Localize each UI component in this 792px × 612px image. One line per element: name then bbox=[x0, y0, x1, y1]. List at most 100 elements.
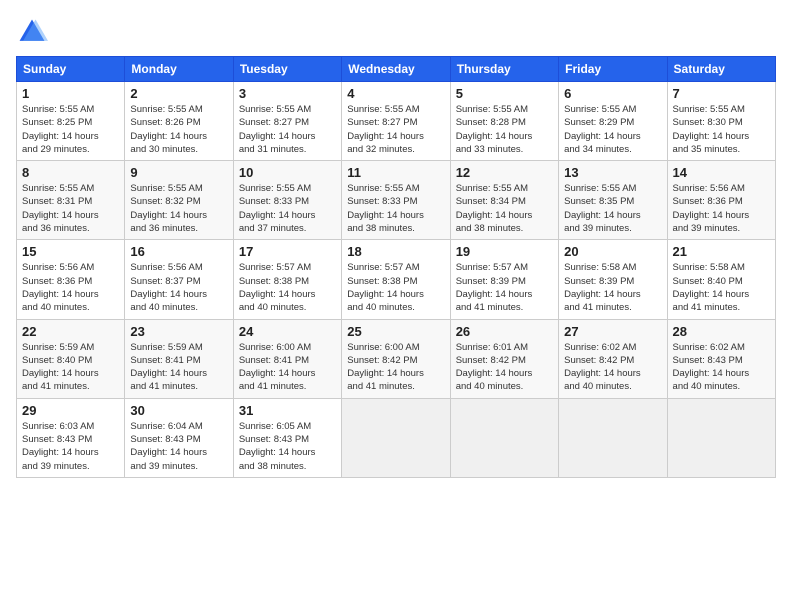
daylight-label: Daylight: 14 hours bbox=[673, 368, 750, 379]
daylight-minutes: and 36 minutes. bbox=[22, 223, 90, 234]
sunset-label: Sunset: 8:26 PM bbox=[130, 117, 200, 128]
daylight-minutes: and 39 minutes. bbox=[22, 461, 90, 472]
calendar-cell: 11 Sunrise: 5:55 AM Sunset: 8:33 PM Dayl… bbox=[342, 161, 450, 240]
daylight-label: Daylight: 14 hours bbox=[130, 289, 207, 300]
day-info: Sunrise: 5:55 AM Sunset: 8:25 PM Dayligh… bbox=[22, 103, 119, 156]
daylight-minutes: and 40 minutes. bbox=[239, 302, 307, 313]
daylight-minutes: and 36 minutes. bbox=[130, 223, 198, 234]
calendar-week-3: 15 Sunrise: 5:56 AM Sunset: 8:36 PM Dayl… bbox=[17, 240, 776, 319]
calendar-cell: 20 Sunrise: 5:58 AM Sunset: 8:39 PM Dayl… bbox=[559, 240, 667, 319]
daylight-label: Daylight: 14 hours bbox=[456, 368, 533, 379]
sunset-label: Sunset: 8:33 PM bbox=[239, 196, 309, 207]
day-info: Sunrise: 6:01 AM Sunset: 8:42 PM Dayligh… bbox=[456, 341, 553, 394]
sunset-label: Sunset: 8:29 PM bbox=[564, 117, 634, 128]
sunset-label: Sunset: 8:27 PM bbox=[347, 117, 417, 128]
daylight-minutes: and 39 minutes. bbox=[673, 223, 741, 234]
daylight-label: Daylight: 14 hours bbox=[130, 368, 207, 379]
sunrise-label: Sunrise: 5:55 AM bbox=[22, 183, 94, 194]
sunset-label: Sunset: 8:27 PM bbox=[239, 117, 309, 128]
day-number: 26 bbox=[456, 324, 553, 339]
daylight-label: Daylight: 14 hours bbox=[22, 447, 99, 458]
daylight-minutes: and 37 minutes. bbox=[239, 223, 307, 234]
column-header-sunday: Sunday bbox=[17, 57, 125, 82]
sunset-label: Sunset: 8:41 PM bbox=[130, 355, 200, 366]
day-number: 31 bbox=[239, 403, 336, 418]
sunset-label: Sunset: 8:25 PM bbox=[22, 117, 92, 128]
calendar-cell: 30 Sunrise: 6:04 AM Sunset: 8:43 PM Dayl… bbox=[125, 398, 233, 477]
day-info: Sunrise: 5:56 AM Sunset: 8:36 PM Dayligh… bbox=[22, 261, 119, 314]
day-number: 8 bbox=[22, 165, 119, 180]
day-info: Sunrise: 6:04 AM Sunset: 8:43 PM Dayligh… bbox=[130, 420, 227, 473]
calendar-cell: 7 Sunrise: 5:55 AM Sunset: 8:30 PM Dayli… bbox=[667, 82, 775, 161]
day-number: 7 bbox=[673, 86, 770, 101]
sunrise-label: Sunrise: 5:55 AM bbox=[564, 183, 636, 194]
daylight-minutes: and 41 minutes. bbox=[456, 302, 524, 313]
day-info: Sunrise: 5:55 AM Sunset: 8:28 PM Dayligh… bbox=[456, 103, 553, 156]
calendar: SundayMondayTuesdayWednesdayThursdayFrid… bbox=[16, 56, 776, 478]
daylight-label: Daylight: 14 hours bbox=[564, 210, 641, 221]
sunrise-label: Sunrise: 5:55 AM bbox=[456, 104, 528, 115]
sunrise-label: Sunrise: 5:55 AM bbox=[22, 104, 94, 115]
sunset-label: Sunset: 8:32 PM bbox=[130, 196, 200, 207]
sunset-label: Sunset: 8:35 PM bbox=[564, 196, 634, 207]
day-info: Sunrise: 5:57 AM Sunset: 8:38 PM Dayligh… bbox=[347, 261, 444, 314]
sunset-label: Sunset: 8:43 PM bbox=[130, 434, 200, 445]
daylight-minutes: and 41 minutes. bbox=[239, 381, 307, 392]
day-number: 5 bbox=[456, 86, 553, 101]
daylight-minutes: and 34 minutes. bbox=[564, 144, 632, 155]
day-info: Sunrise: 5:55 AM Sunset: 8:35 PM Dayligh… bbox=[564, 182, 661, 235]
calendar-cell: 22 Sunrise: 5:59 AM Sunset: 8:40 PM Dayl… bbox=[17, 319, 125, 398]
sunrise-label: Sunrise: 5:57 AM bbox=[347, 262, 419, 273]
day-number: 10 bbox=[239, 165, 336, 180]
day-info: Sunrise: 5:58 AM Sunset: 8:39 PM Dayligh… bbox=[564, 261, 661, 314]
daylight-minutes: and 40 minutes. bbox=[673, 381, 741, 392]
daylight-minutes: and 41 minutes. bbox=[22, 381, 90, 392]
day-number: 21 bbox=[673, 244, 770, 259]
sunrise-label: Sunrise: 6:02 AM bbox=[673, 342, 745, 353]
day-info: Sunrise: 5:55 AM Sunset: 8:33 PM Dayligh… bbox=[239, 182, 336, 235]
daylight-label: Daylight: 14 hours bbox=[347, 289, 424, 300]
header bbox=[16, 16, 776, 48]
day-info: Sunrise: 5:55 AM Sunset: 8:27 PM Dayligh… bbox=[239, 103, 336, 156]
column-header-tuesday: Tuesday bbox=[233, 57, 341, 82]
daylight-minutes: and 40 minutes. bbox=[130, 302, 198, 313]
calendar-header-row: SundayMondayTuesdayWednesdayThursdayFrid… bbox=[17, 57, 776, 82]
day-info: Sunrise: 5:55 AM Sunset: 8:33 PM Dayligh… bbox=[347, 182, 444, 235]
daylight-minutes: and 40 minutes. bbox=[347, 302, 415, 313]
sunset-label: Sunset: 8:37 PM bbox=[130, 276, 200, 287]
sunset-label: Sunset: 8:34 PM bbox=[456, 196, 526, 207]
daylight-label: Daylight: 14 hours bbox=[456, 131, 533, 142]
daylight-label: Daylight: 14 hours bbox=[673, 131, 750, 142]
calendar-cell: 28 Sunrise: 6:02 AM Sunset: 8:43 PM Dayl… bbox=[667, 319, 775, 398]
calendar-cell bbox=[559, 398, 667, 477]
daylight-label: Daylight: 14 hours bbox=[22, 210, 99, 221]
calendar-cell bbox=[342, 398, 450, 477]
sunrise-label: Sunrise: 5:56 AM bbox=[130, 262, 202, 273]
day-info: Sunrise: 5:59 AM Sunset: 8:41 PM Dayligh… bbox=[130, 341, 227, 394]
sunrise-label: Sunrise: 5:55 AM bbox=[347, 104, 419, 115]
daylight-label: Daylight: 14 hours bbox=[564, 289, 641, 300]
calendar-cell: 14 Sunrise: 5:56 AM Sunset: 8:36 PM Dayl… bbox=[667, 161, 775, 240]
calendar-cell: 3 Sunrise: 5:55 AM Sunset: 8:27 PM Dayli… bbox=[233, 82, 341, 161]
daylight-minutes: and 31 minutes. bbox=[239, 144, 307, 155]
daylight-minutes: and 40 minutes. bbox=[564, 381, 632, 392]
calendar-cell: 19 Sunrise: 5:57 AM Sunset: 8:39 PM Dayl… bbox=[450, 240, 558, 319]
sunrise-label: Sunrise: 5:57 AM bbox=[239, 262, 311, 273]
calendar-cell: 8 Sunrise: 5:55 AM Sunset: 8:31 PM Dayli… bbox=[17, 161, 125, 240]
day-number: 23 bbox=[130, 324, 227, 339]
day-number: 14 bbox=[673, 165, 770, 180]
sunrise-label: Sunrise: 6:02 AM bbox=[564, 342, 636, 353]
daylight-label: Daylight: 14 hours bbox=[130, 210, 207, 221]
sunrise-label: Sunrise: 5:55 AM bbox=[456, 183, 528, 194]
daylight-label: Daylight: 14 hours bbox=[22, 368, 99, 379]
daylight-minutes: and 38 minutes. bbox=[456, 223, 524, 234]
day-info: Sunrise: 5:55 AM Sunset: 8:32 PM Dayligh… bbox=[130, 182, 227, 235]
day-number: 12 bbox=[456, 165, 553, 180]
daylight-label: Daylight: 14 hours bbox=[22, 131, 99, 142]
calendar-cell: 17 Sunrise: 5:57 AM Sunset: 8:38 PM Dayl… bbox=[233, 240, 341, 319]
calendar-cell bbox=[450, 398, 558, 477]
logo-icon bbox=[16, 16, 48, 48]
day-number: 27 bbox=[564, 324, 661, 339]
day-info: Sunrise: 5:57 AM Sunset: 8:38 PM Dayligh… bbox=[239, 261, 336, 314]
day-info: Sunrise: 6:00 AM Sunset: 8:41 PM Dayligh… bbox=[239, 341, 336, 394]
